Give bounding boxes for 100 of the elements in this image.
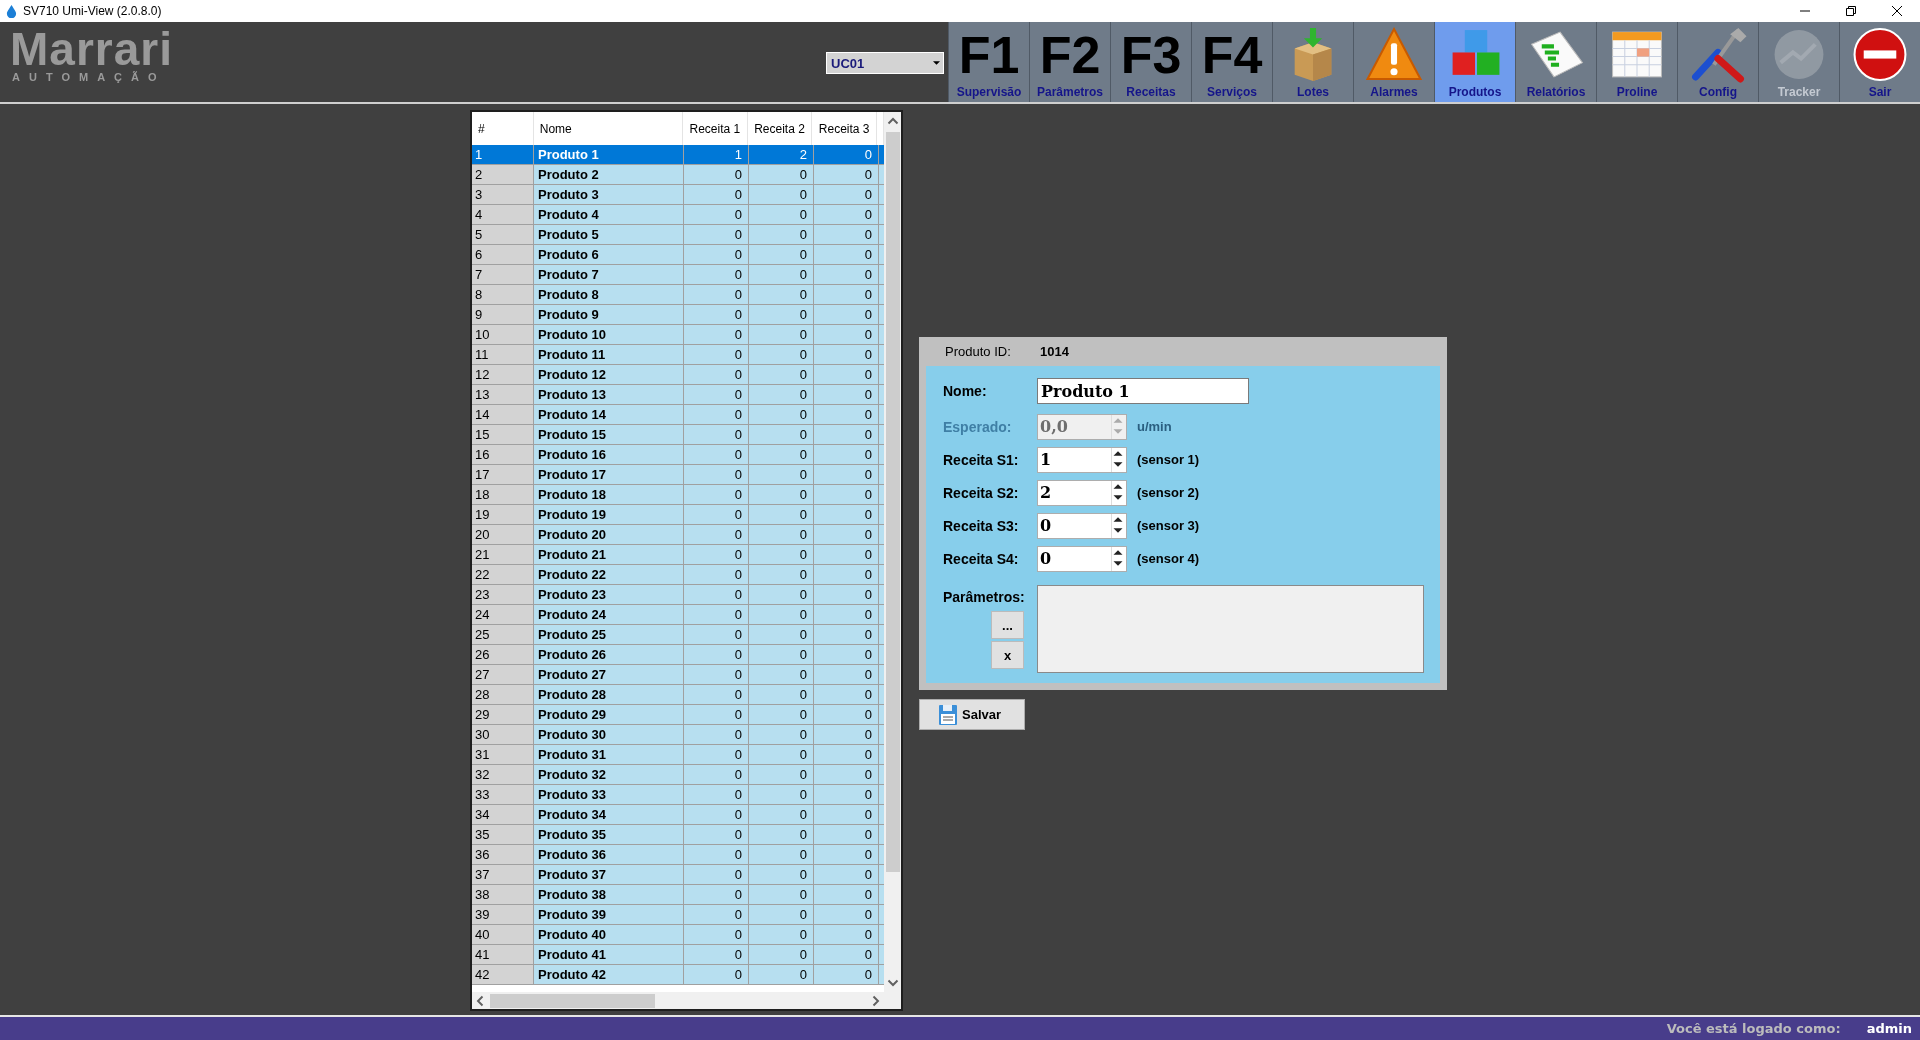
table-cell: 0 (684, 365, 749, 384)
table-cell: 0 (684, 225, 749, 244)
table-row[interactable]: 33 Produto 33 0 0 0 (472, 785, 884, 805)
table-row[interactable]: 40 Produto 40 0 0 0 (472, 925, 884, 945)
table-cell: 0 (814, 205, 879, 224)
table-cell: 0 (814, 165, 879, 184)
save-button[interactable]: Salvar (919, 699, 1025, 730)
table-cell: 0 (684, 345, 749, 364)
table-row[interactable]: 25 Produto 25 0 0 0 (472, 625, 884, 645)
number-field[interactable]: 0 (1037, 512, 1127, 539)
table-row[interactable]: 19 Produto 19 0 0 0 (472, 505, 884, 525)
table-cell: 0 (684, 885, 749, 904)
table-row[interactable]: 3 Produto 3 0 0 0 (472, 185, 884, 205)
table-row[interactable]: 41 Produto 41 0 0 0 (472, 945, 884, 965)
table-row[interactable]: 7 Produto 7 0 0 0 (472, 265, 884, 285)
table-cell: 0 (814, 645, 879, 664)
table-row[interactable]: 8 Produto 8 0 0 0 (472, 285, 884, 305)
row-number: 39 (472, 905, 534, 924)
table-row[interactable]: 29 Produto 29 0 0 0 (472, 705, 884, 725)
table-cell: 0 (749, 965, 814, 984)
browse-button[interactable]: ... (991, 611, 1024, 639)
table-cell: Produto 39 (534, 905, 684, 924)
table-row[interactable]: 5 Produto 5 0 0 0 (472, 225, 884, 245)
close-icon (1892, 6, 1902, 16)
number-field[interactable]: 0 (1037, 545, 1127, 572)
row-number: 9 (472, 305, 534, 324)
table-cell: 0 (684, 165, 749, 184)
table-row[interactable]: 31 Produto 31 0 0 0 (472, 745, 884, 765)
table-row[interactable]: 18 Produto 18 0 0 0 (472, 485, 884, 505)
table-row[interactable]: 26 Produto 26 0 0 0 (472, 645, 884, 665)
table-cell: Produto 37 (534, 865, 684, 884)
table-cell: 0 (814, 545, 879, 564)
table-cell: Produto 19 (534, 505, 684, 524)
unit-dropdown[interactable]: UC01 (826, 52, 944, 74)
toolbar-button[interactable]: F1 Supervisão (948, 22, 1029, 102)
table-row[interactable]: 36 Produto 36 0 0 0 (472, 845, 884, 865)
toolbar-button[interactable]: F4 Serviços (1191, 22, 1272, 102)
table-cell: 0 (814, 525, 879, 544)
table-row[interactable]: 16 Produto 16 0 0 0 (472, 445, 884, 465)
name-field[interactable]: Produto 1 (1037, 378, 1249, 404)
field-label: Receita S3: (943, 517, 1020, 534)
table-row[interactable]: 38 Produto 38 0 0 0 (472, 885, 884, 905)
horizontal-scrollbar[interactable] (472, 992, 884, 1009)
parameters-field[interactable] (1037, 585, 1424, 673)
table-row[interactable]: 42 Produto 42 0 0 0 (472, 965, 884, 985)
table-cell: 0 (814, 485, 879, 504)
field-label: Receita S2: (943, 484, 1020, 501)
table-row[interactable]: 24 Produto 24 0 0 0 (472, 605, 884, 625)
vertical-scrollbar[interactable] (884, 112, 901, 1009)
table-cell: Produto 13 (534, 385, 684, 404)
table-row[interactable]: 34 Produto 34 0 0 0 (472, 805, 884, 825)
number-field[interactable]: 1 (1037, 446, 1127, 473)
table-cell: 0 (684, 925, 749, 944)
table-cell: Produto 36 (534, 845, 684, 864)
table-row[interactable]: 28 Produto 28 0 0 0 (472, 685, 884, 705)
table-row[interactable]: 20 Produto 20 0 0 0 (472, 525, 884, 545)
table-row[interactable]: 11 Produto 11 0 0 0 (472, 345, 884, 365)
row-number: 10 (472, 325, 534, 344)
table-row[interactable]: 17 Produto 17 0 0 0 (472, 465, 884, 485)
table-row[interactable]: 23 Produto 23 0 0 0 (472, 585, 884, 605)
table-cell: 0 (749, 385, 814, 404)
table-cell: 0 (814, 385, 879, 404)
table-row[interactable]: 4 Produto 4 0 0 0 (472, 205, 884, 225)
row-number: 6 (472, 245, 534, 264)
table-row[interactable]: 22 Produto 22 0 0 0 (472, 565, 884, 585)
toolbar-button[interactable]: Produtos (1434, 22, 1515, 102)
table-row[interactable]: 13 Produto 13 0 0 0 (472, 385, 884, 405)
table-row[interactable]: 14 Produto 14 0 0 0 (472, 405, 884, 425)
toolbar-button[interactable]: F2 Parâmetros (1029, 22, 1110, 102)
table-cell: Produto 33 (534, 785, 684, 804)
table-cell: 0 (749, 605, 814, 624)
table-row[interactable]: 10 Produto 10 0 0 0 (472, 325, 884, 345)
table-row[interactable]: 1 Produto 1 1 2 0 (472, 145, 884, 165)
table-row[interactable]: 15 Produto 15 0 0 0 (472, 425, 884, 445)
table-row[interactable]: 6 Produto 6 0 0 0 (472, 245, 884, 265)
table-cell: 0 (684, 585, 749, 604)
clear-button[interactable]: x (991, 641, 1024, 669)
table-cell: 0 (749, 505, 814, 524)
row-number: 35 (472, 825, 534, 844)
table-row[interactable]: 32 Produto 32 0 0 0 (472, 765, 884, 785)
table-row[interactable]: 39 Produto 39 0 0 0 (472, 905, 884, 925)
table-cell: Produto 32 (534, 765, 684, 784)
number-field[interactable]: 2 (1037, 479, 1127, 506)
table-row[interactable]: 37 Produto 37 0 0 0 (472, 865, 884, 885)
table-cell: 0 (749, 345, 814, 364)
table-row[interactable]: 2 Produto 2 0 0 0 (472, 165, 884, 185)
toolbar-button[interactable]: F3 Receitas (1110, 22, 1191, 102)
table-cell: 0 (684, 805, 749, 824)
table-cell: 0 (684, 665, 749, 684)
table-cell: 0 (749, 325, 814, 344)
table-row[interactable]: 30 Produto 30 0 0 0 (472, 725, 884, 745)
table-cell: 0 (749, 225, 814, 244)
table-row[interactable]: 21 Produto 21 0 0 0 (472, 545, 884, 565)
table-row[interactable]: 35 Produto 35 0 0 0 (472, 825, 884, 845)
table-row[interactable]: 27 Produto 27 0 0 0 (472, 665, 884, 685)
table-row[interactable]: 9 Produto 9 0 0 0 (472, 305, 884, 325)
table-row[interactable]: 12 Produto 12 0 0 0 (472, 365, 884, 385)
table-cell: 0 (749, 585, 814, 604)
table-cell: 0 (814, 365, 879, 384)
row-number: 40 (472, 925, 534, 944)
